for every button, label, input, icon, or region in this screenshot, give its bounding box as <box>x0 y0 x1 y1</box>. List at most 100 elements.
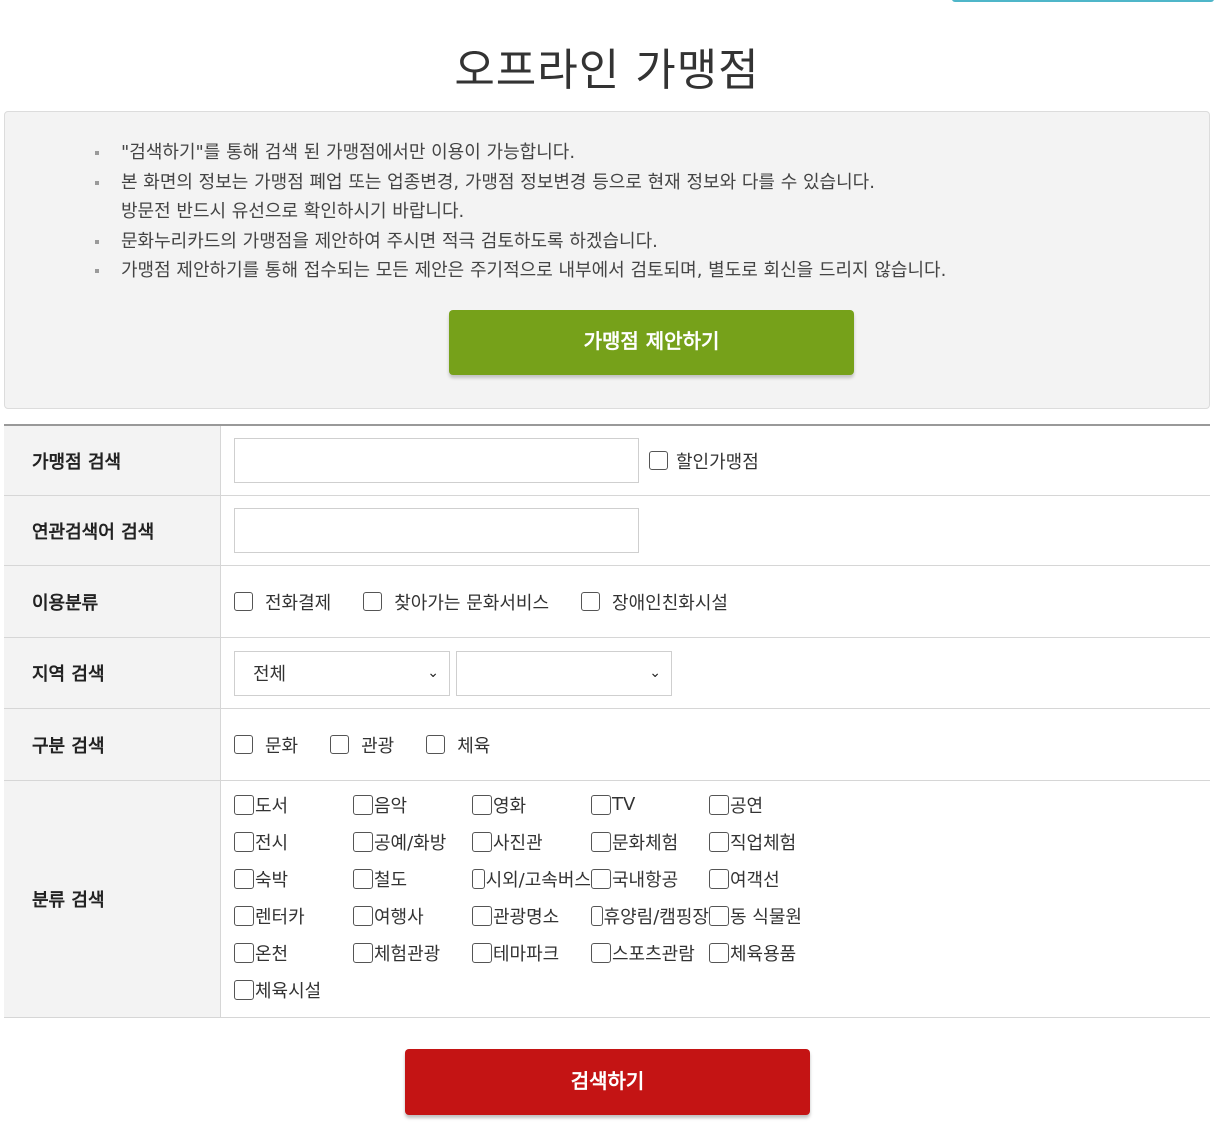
store-search-row: 가맹점 검색 할인가맹점 <box>4 426 1210 496</box>
category-option[interactable]: 스포츠관람 <box>591 939 709 966</box>
category-option-label: 시외/고속버스 <box>485 869 591 891</box>
checkbox-icon[interactable] <box>353 831 373 852</box>
checkbox-icon[interactable] <box>709 794 729 815</box>
category-option[interactable]: 온천 <box>234 939 353 966</box>
category-option[interactable]: 사진관 <box>472 828 591 855</box>
option-label: 전화결제 <box>265 592 332 614</box>
checkbox-icon[interactable] <box>472 831 492 852</box>
checkbox-icon[interactable] <box>709 831 729 852</box>
suggest-store-button[interactable]: 가맹점 제안하기 <box>449 310 854 375</box>
checkbox-icon[interactable] <box>234 794 254 815</box>
category-option[interactable]: 영화 <box>472 791 591 818</box>
checkbox-icon[interactable] <box>234 979 254 1000</box>
checkbox-icon[interactable] <box>234 735 253 754</box>
checkbox-icon[interactable] <box>234 905 254 926</box>
checkbox-icon[interactable] <box>234 868 254 889</box>
checkbox-icon[interactable] <box>591 831 611 852</box>
checkbox-icon[interactable] <box>472 905 492 926</box>
division-option-culture[interactable]: 문화 <box>234 732 298 758</box>
category-option[interactable]: 휴양림/캠핑장 <box>591 902 709 929</box>
category-option-label: 사진관 <box>493 832 543 854</box>
category-option[interactable]: 숙박 <box>234 865 353 892</box>
category-option[interactable]: 음악 <box>353 791 472 818</box>
category-option[interactable]: 전시 <box>234 828 353 855</box>
usage-option-visiting-service[interactable]: 찾아가는 문화서비스 <box>363 589 549 615</box>
category-option[interactable]: 동 식물원 <box>709 902 839 929</box>
category-option[interactable]: 공예/화방 <box>353 828 472 855</box>
checkbox-icon[interactable] <box>591 905 603 926</box>
category-option-label: 문화체험 <box>612 832 679 854</box>
category-option[interactable]: 공연 <box>709 791 839 818</box>
checkbox-icon[interactable] <box>353 942 373 963</box>
bullet-icon <box>95 269 99 273</box>
checkbox-icon[interactable] <box>353 794 373 815</box>
checkbox-icon[interactable] <box>234 942 254 963</box>
checkbox-icon[interactable] <box>591 942 611 963</box>
checkbox-icon[interactable] <box>709 905 729 926</box>
category-option-label: 체육시설 <box>255 980 322 1002</box>
category-option-label: 숙박 <box>255 869 289 891</box>
checkbox-icon[interactable] <box>426 735 446 754</box>
checkbox-icon[interactable] <box>234 831 254 852</box>
checkbox-icon[interactable] <box>472 868 485 889</box>
notice-item: 가맹점 제안하기를 통해 접수되는 모든 제안은 주기적으로 내부에서 검토되며… <box>95 256 946 286</box>
checkbox-icon[interactable] <box>353 868 373 889</box>
notice-item: 본 화면의 정보는 가맹점 폐업 또는 업종변경, 가맹점 정보변경 등으로 현… <box>95 168 946 227</box>
checkbox-icon[interactable] <box>472 794 492 815</box>
page-title: 오프라인 가맹점 <box>454 45 760 96</box>
notice-item: 문화누리카드의 가맹점을 제안하여 주시면 적극 검토하도록 하겠습니다. <box>95 227 946 257</box>
category-option[interactable]: 철도 <box>353 865 472 892</box>
category-option[interactable]: 문화체험 <box>591 828 709 855</box>
checkbox-icon[interactable] <box>363 592 383 611</box>
division-option-sports[interactable]: 체육 <box>426 732 490 758</box>
checkbox-icon[interactable] <box>591 794 611 815</box>
usage-type-field: 전화결제 찾아가는 문화서비스 장애인친화시설 <box>221 566 1210 637</box>
region-search-label: 지역 검색 <box>4 638 221 708</box>
category-option[interactable]: 도서 <box>234 791 353 818</box>
usage-option-phone-payment[interactable]: 전화결제 <box>234 589 331 615</box>
category-option[interactable]: 관광명소 <box>472 902 591 929</box>
division-option-tourism[interactable]: 관광 <box>330 732 394 758</box>
store-search-input[interactable] <box>234 438 639 483</box>
category-option[interactable]: 여객선 <box>709 865 839 892</box>
category-option[interactable]: 렌터카 <box>234 902 353 929</box>
discount-store-checkbox[interactable]: 할인가맹점 <box>649 448 759 474</box>
category-option[interactable]: 체육시설 <box>234 976 353 1003</box>
subregion-select[interactable]: ⌄ <box>456 650 672 696</box>
category-option[interactable]: 국내항공 <box>591 865 709 892</box>
checkbox-icon[interactable] <box>709 868 729 889</box>
search-button[interactable]: 검색하기 <box>405 1049 810 1115</box>
usage-option-accessible-facility[interactable]: 장애인친화시설 <box>581 589 728 615</box>
category-option[interactable]: 시외/고속버스 <box>472 865 591 892</box>
region-select[interactable]: 전체 ⌄ <box>234 650 450 696</box>
region-search-row: 지역 검색 전체 ⌄ ⌄ <box>4 638 1210 709</box>
category-option[interactable]: 직업체험 <box>709 828 839 855</box>
category-option-label: 동 식물원 <box>730 906 802 928</box>
category-option[interactable]: 테마파크 <box>472 939 591 966</box>
top-accent-bar <box>952 0 1214 2</box>
checkbox-icon[interactable] <box>649 451 668 470</box>
checkbox-icon[interactable] <box>709 942 729 963</box>
usage-type-row: 이용분류 전화결제 찾아가는 문화서비스 장애인친화시설 <box>4 566 1210 638</box>
option-label: 찾아가는 문화서비스 <box>394 592 550 614</box>
category-option[interactable]: 여행사 <box>353 902 472 929</box>
checkbox-icon[interactable] <box>234 592 253 611</box>
keyword-search-row: 연관검색어 검색 <box>4 496 1210 566</box>
region-select-value: 전체 <box>253 664 287 685</box>
checkbox-icon[interactable] <box>472 942 492 963</box>
category-option-label: 음악 <box>374 795 408 817</box>
checkbox-icon[interactable] <box>581 592 601 611</box>
usage-type-label: 이용분류 <box>4 566 221 637</box>
keyword-search-input[interactable] <box>234 508 639 553</box>
category-option[interactable]: 체험관광 <box>353 939 472 966</box>
checkbox-icon[interactable] <box>353 905 373 926</box>
category-option-label: 전시 <box>255 832 289 854</box>
category-option-label: 온천 <box>255 943 289 965</box>
category-option[interactable]: TV <box>591 791 709 818</box>
checkbox-icon[interactable] <box>591 868 611 889</box>
category-option[interactable]: 체육용품 <box>709 939 839 966</box>
checkbox-icon[interactable] <box>330 735 350 754</box>
store-search-label: 가맹점 검색 <box>4 426 221 495</box>
category-option-label: 휴양림/캠핑장 <box>603 906 709 928</box>
discount-store-label: 할인가맹점 <box>676 451 759 473</box>
